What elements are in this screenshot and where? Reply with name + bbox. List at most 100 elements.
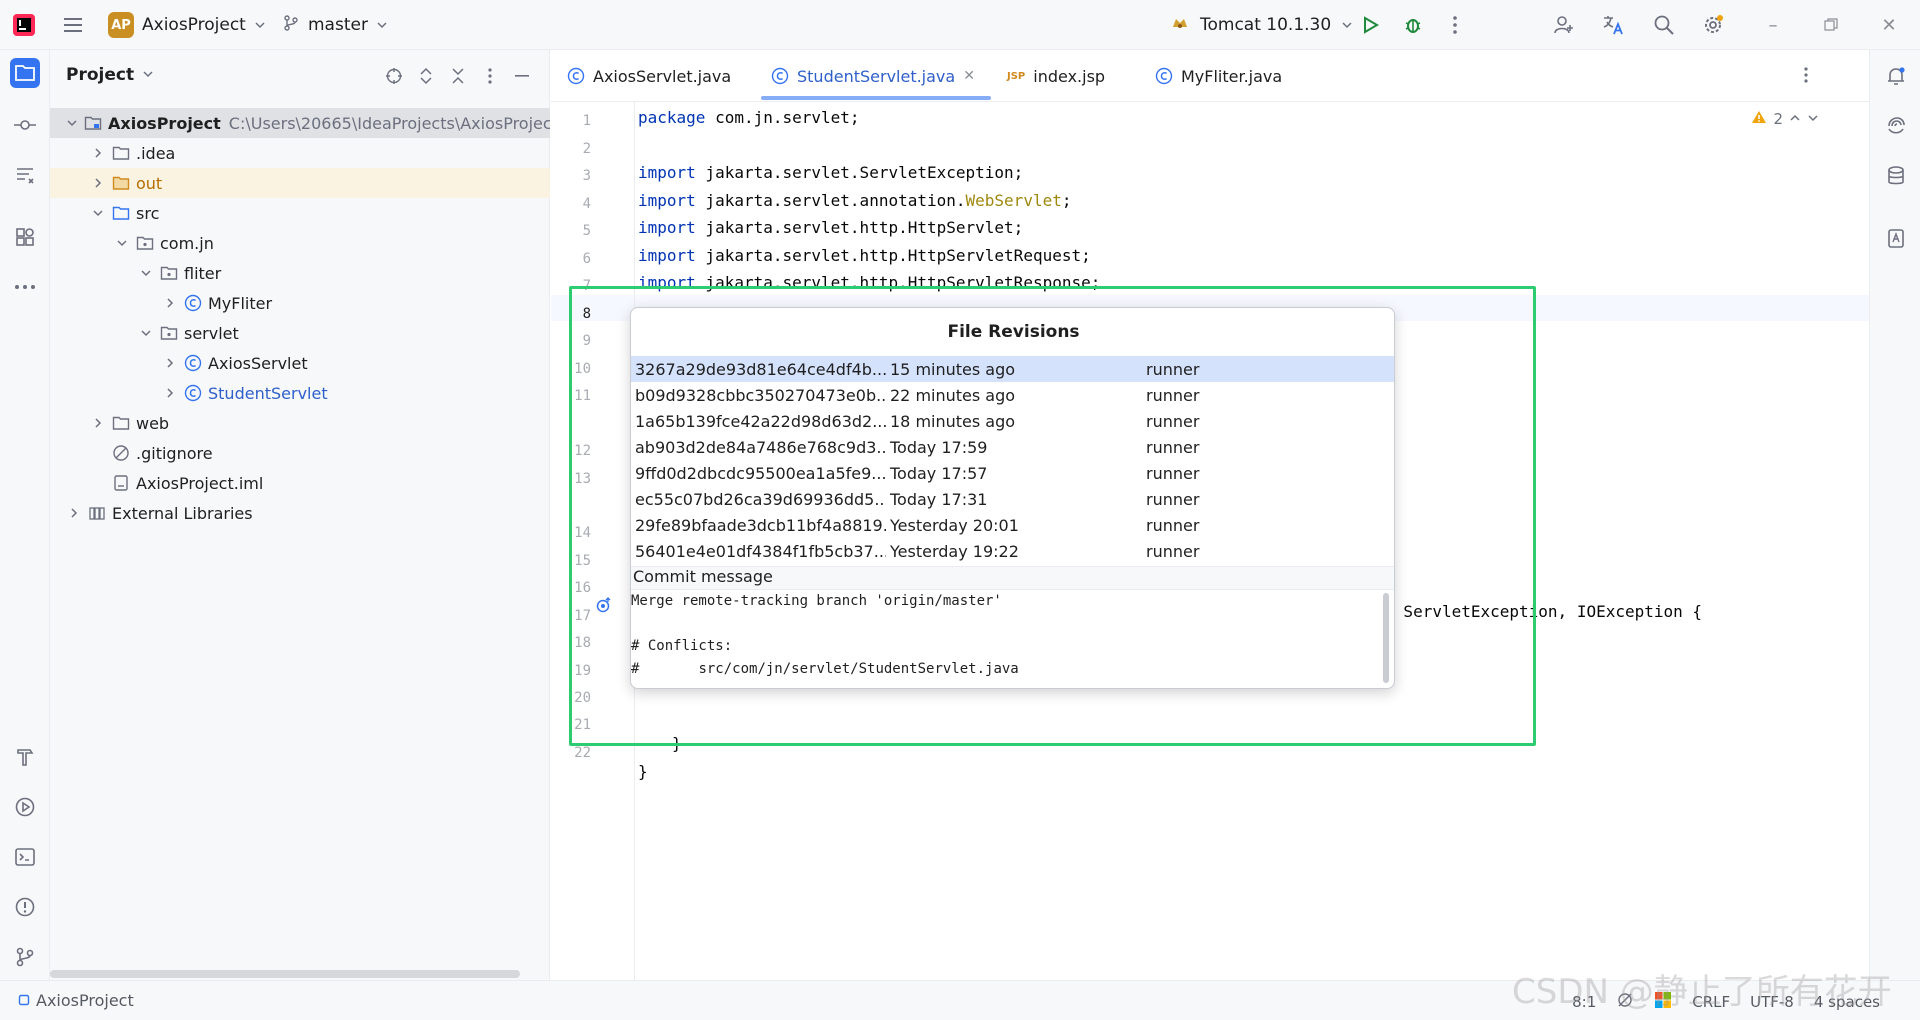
- commit-message-scrollbar[interactable]: [1383, 593, 1389, 683]
- run-icon[interactable]: [1357, 12, 1383, 38]
- database-icon[interactable]: [1882, 162, 1910, 190]
- revision-author: runner: [1146, 411, 1200, 431]
- line-number: 8: [582, 306, 591, 322]
- more-actions-icon[interactable]: [1442, 12, 1468, 38]
- breadcrumb[interactable]: AxiosProject: [18, 991, 134, 1010]
- tree-item[interactable]: .gitignore: [50, 438, 550, 468]
- tree-item[interactable]: src: [50, 198, 550, 228]
- revision-date: 22 minutes ago: [890, 385, 1016, 405]
- chevron-down-icon[interactable]: [90, 205, 106, 221]
- more-tool-windows-icon[interactable]: [10, 272, 40, 302]
- chevron-down-icon[interactable]: [114, 235, 130, 251]
- close-tab-icon[interactable]: ✕: [963, 68, 975, 84]
- chevron-right-icon[interactable]: [66, 505, 82, 521]
- tree-item[interactable]: MyFliter: [50, 288, 550, 318]
- chevron-down-icon[interactable]: [66, 115, 78, 131]
- tree-item[interactable]: fliter: [50, 258, 550, 288]
- warning-icon: [1751, 110, 1767, 128]
- vcs-branch-switcher[interactable]: master: [282, 10, 388, 40]
- project-switcher[interactable]: AP AxiosProject: [108, 10, 266, 40]
- build-hammer-icon[interactable]: [10, 742, 40, 772]
- tree-item[interactable]: com.jn: [50, 228, 550, 258]
- project-view-selector[interactable]: Project: [66, 65, 154, 85]
- tree-item[interactable]: AxiosProject.iml: [50, 468, 550, 498]
- tree-item[interactable]: AxiosServlet: [50, 348, 550, 378]
- debug-icon[interactable]: [1400, 12, 1426, 38]
- tab-options-icon[interactable]: [1803, 66, 1809, 88]
- documentation-icon[interactable]: [1882, 224, 1910, 252]
- restore-window-icon[interactable]: [1820, 14, 1842, 36]
- revision-row[interactable]: ec55c07bd26ca39d69936dd5... Today 17:31 ru…: [631, 486, 1394, 512]
- main-menu-icon[interactable]: [62, 14, 84, 36]
- code-keyword: import: [638, 218, 696, 237]
- tree-item[interactable]: External Libraries: [50, 498, 550, 528]
- package-icon: [136, 234, 154, 252]
- structure-icon[interactable]: [10, 160, 40, 190]
- chevron-down-icon[interactable]: [138, 265, 154, 281]
- commit-message-text[interactable]: Merge remote-tracking branch 'origin/mas…: [631, 590, 1381, 680]
- code-with-me-icon[interactable]: [1551, 12, 1577, 38]
- line-number: 7: [582, 278, 591, 294]
- revision-row[interactable]: 1a65b139fce42a22d98d63d2... 18 minutes ag…: [631, 408, 1394, 434]
- options-icon[interactable]: [478, 64, 502, 88]
- revision-row[interactable]: ab903d2de84a7486e768c9d3... Today 17:59 ru…: [631, 434, 1394, 460]
- tree-item[interactable]: out: [50, 168, 550, 198]
- select-opened-file-icon[interactable]: [382, 64, 406, 88]
- tree-item-label: AxiosProject: [108, 113, 221, 133]
- implementing-method-gutter-icon[interactable]: [595, 596, 613, 618]
- editor-tab[interactable]: JSP index.jsp: [1007, 50, 1105, 102]
- run-configuration-selector[interactable]: Tomcat 10.1.30: [1170, 10, 1353, 40]
- settings-gear-icon[interactable]: [1700, 12, 1726, 38]
- commit-icon[interactable]: [10, 110, 40, 140]
- revision-author: runner: [1146, 437, 1200, 457]
- plugins-icon[interactable]: [10, 222, 40, 252]
- chevron-right-icon[interactable]: [90, 175, 106, 191]
- tree-item[interactable]: web: [50, 408, 550, 438]
- editor-tab[interactable]: MyFliter.java: [1155, 50, 1282, 102]
- problems-icon[interactable]: [10, 892, 40, 922]
- tree-item-label: StudentServlet: [208, 383, 328, 403]
- chevron-down-icon[interactable]: [138, 325, 154, 341]
- translate-icon[interactable]: [1600, 12, 1626, 38]
- previous-highlight-icon[interactable]: [1789, 110, 1801, 128]
- git-icon[interactable]: [10, 942, 40, 972]
- chevron-right-icon[interactable]: [90, 415, 106, 431]
- code-keyword: import: [638, 163, 696, 182]
- notifications-bell-icon[interactable]: [1882, 62, 1910, 90]
- revision-row[interactable]: 9ffd0d2dbcdc95500ea1a5fe9... Today 17:57 r…: [631, 460, 1394, 486]
- project-tool-window-icon[interactable]: [10, 58, 40, 88]
- inspection-widget[interactable]: 2: [1751, 110, 1819, 128]
- close-window-icon[interactable]: ✕: [1878, 14, 1900, 36]
- chevron-right-icon[interactable]: [162, 295, 178, 311]
- chevron-right-icon[interactable]: [90, 145, 106, 161]
- tree-item-label: AxiosProject.iml: [136, 473, 264, 493]
- next-highlight-icon[interactable]: [1807, 110, 1819, 128]
- code-line-21: }: [638, 762, 648, 781]
- search-icon[interactable]: [1651, 12, 1677, 38]
- chevron-right-icon[interactable]: [162, 385, 178, 401]
- editor-tab[interactable]: AxiosServlet.java: [567, 50, 731, 102]
- collapse-all-icon[interactable]: [446, 64, 470, 88]
- revision-row[interactable]: 29fe89bfaade3dcb11bf4a8819... Yesterday 2…: [631, 512, 1394, 538]
- throws-exceptions: ServletException, IOException {: [1393, 602, 1703, 621]
- ai-assistant-icon[interactable]: [1882, 112, 1910, 140]
- code-line-20: }: [672, 734, 682, 753]
- horizontal-scrollbar[interactable]: [50, 970, 520, 978]
- terminal-icon[interactable]: [10, 842, 40, 872]
- revision-row[interactable]: b09d9328cbbc350270473e0b... 22 minutes ag…: [631, 382, 1394, 408]
- services-run-icon[interactable]: [10, 792, 40, 822]
- hide-panel-icon[interactable]: [510, 64, 534, 88]
- tree-item-label: .gitignore: [136, 443, 213, 463]
- minimize-window-icon[interactable]: –: [1762, 14, 1784, 36]
- revision-row[interactable]: 56401e4e01df4384f1fb5cb37... Yesterday 19…: [631, 538, 1394, 564]
- tree-item[interactable]: .idea: [50, 138, 550, 168]
- tree-item[interactable]: servlet: [50, 318, 550, 348]
- expand-all-icon[interactable]: [414, 64, 438, 88]
- tree-item[interactable]: AxiosProject C:\Users\20665\IdeaProjects\…: [50, 108, 550, 138]
- chevron-right-icon[interactable]: [162, 355, 178, 371]
- revision-row[interactable]: 3267a29de93d81e64ce4df4b... 15 minutes ag…: [631, 356, 1394, 382]
- intellij-logo-icon[interactable]: [12, 13, 36, 37]
- tree-item[interactable]: StudentServlet: [50, 378, 550, 408]
- code-line: import jakarta.servlet.http.HttpServletR…: [638, 246, 1091, 265]
- editor-tab[interactable]: StudentServlet.java ✕: [771, 50, 975, 102]
